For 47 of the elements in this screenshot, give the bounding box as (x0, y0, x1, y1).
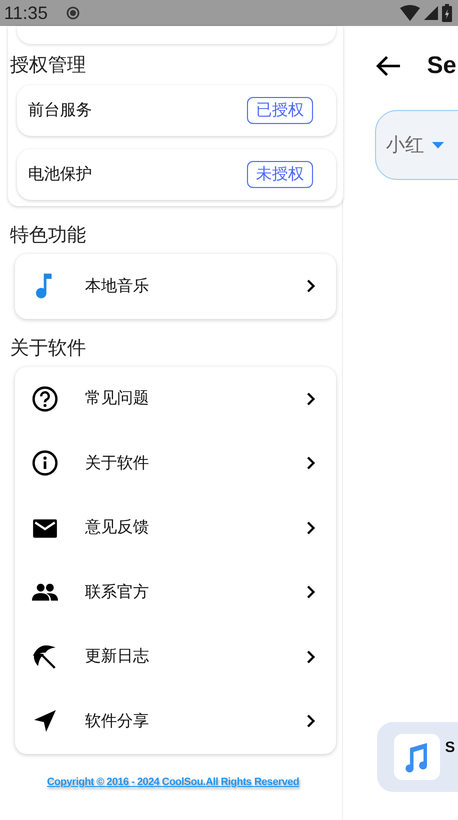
send-icon (32, 708, 58, 734)
status-badge: 已授权 (247, 97, 313, 124)
menu-item[interactable]: 关于软件 (15, 431, 336, 496)
permission-row[interactable]: 前台服务 已授权 (17, 85, 336, 136)
record-icon (66, 6, 80, 20)
section-title: 特色功能 (9, 223, 86, 248)
chevron-right-icon (306, 520, 316, 535)
menu-label: 本地音乐 (85, 276, 150, 297)
menu-item[interactable]: 软件分享 (15, 689, 336, 754)
menu-label: 软件分享 (85, 710, 150, 732)
permission-label: 前台服务 (28, 100, 92, 121)
permission-row[interactable]: 电池保护 未授权 (17, 149, 336, 200)
status-badge: 未授权 (247, 161, 313, 188)
chevron-right-icon (306, 392, 316, 406)
dropdown-arrow-icon (432, 142, 444, 148)
player-card[interactable]: S (377, 722, 458, 792)
umbrella-icon (32, 644, 58, 670)
menu-item[interactable]: 常见问题 (15, 366, 336, 431)
menu-label: 联系官方 (85, 582, 150, 603)
voice-dropdown[interactable]: 小红 (375, 110, 458, 180)
chevron-right-icon (306, 585, 316, 600)
chevron-right-icon (306, 650, 316, 664)
chevron-right-icon (306, 714, 316, 728)
help-icon (32, 386, 58, 412)
menu-label: 常见问题 (85, 388, 150, 410)
chevron-right-icon (306, 456, 316, 470)
status-time: 11:35 (4, 2, 48, 24)
section-title: 授权管理 (10, 53, 87, 78)
menu-item[interactable]: 本地音乐 (15, 254, 336, 318)
info-icon (32, 450, 58, 476)
track-title: S (445, 739, 456, 756)
menu-label: 更新日志 (85, 646, 150, 668)
back-icon (375, 55, 401, 77)
menu-item[interactable]: 联系官方 (15, 560, 336, 624)
battery-icon (442, 4, 452, 22)
permission-label: 电池保护 (28, 164, 92, 185)
menu-item[interactable]: 更新日志 (15, 624, 336, 689)
signal-icon (424, 6, 438, 20)
menu-label: 意见反馈 (85, 517, 150, 538)
chevron-right-icon (306, 279, 316, 294)
page-title: Se (427, 52, 456, 80)
music-note-icon (36, 273, 54, 300)
menu-item[interactable]: 意见反馈 (15, 496, 336, 560)
menu-label: 关于软件 (85, 452, 150, 474)
dropdown-value: 小红 (386, 133, 424, 158)
section-title: 关于软件 (9, 336, 86, 360)
wifi-icon (400, 5, 420, 21)
